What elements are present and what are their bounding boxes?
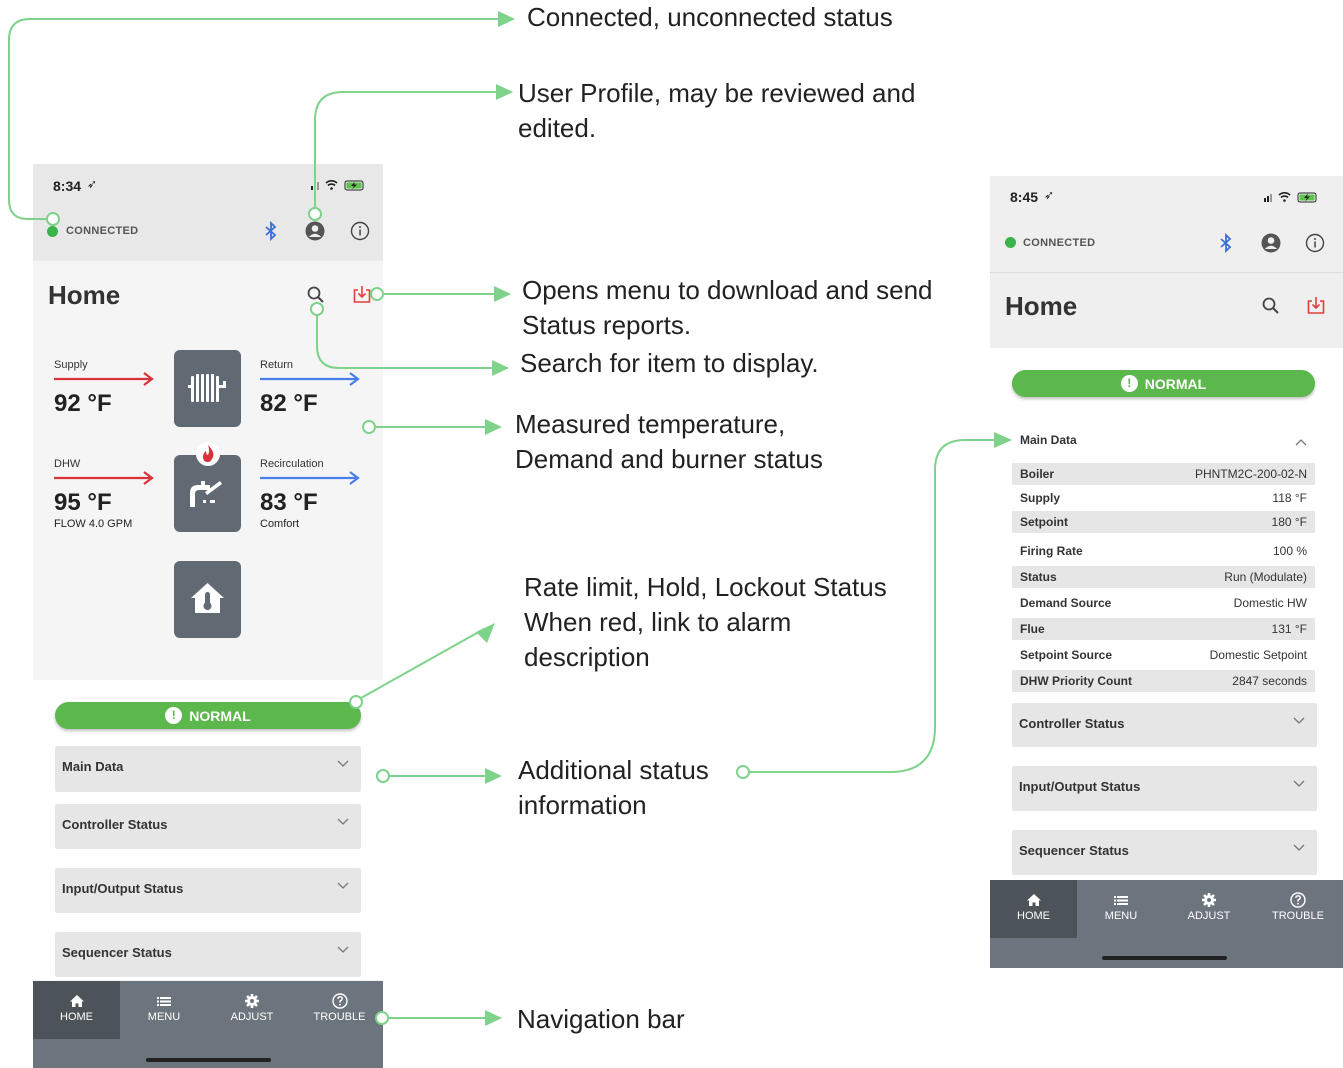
annotation-additional-line1: Additional status bbox=[518, 755, 709, 785]
annotation-rate-line1: Rate limit, Hold, Lockout Status bbox=[524, 572, 887, 602]
annotation-connectors bbox=[8, 11, 1012, 1026]
annotation-additional-line2: information bbox=[518, 790, 647, 820]
annotation-search: Search for item to display. bbox=[520, 348, 819, 378]
annotation-profile-line1: User Profile, may be reviewed and bbox=[518, 78, 916, 108]
annotation-measured-line1: Measured temperature, bbox=[515, 409, 786, 439]
annotation-connected: Connected, unconnected status bbox=[527, 2, 893, 32]
annotation-navbar: Navigation bar bbox=[517, 1004, 685, 1034]
annotation-measured-line2: Demand and burner status bbox=[515, 444, 823, 474]
annotation-download-line1: Opens menu to download and send bbox=[522, 275, 933, 305]
annotation-profile-line2: edited. bbox=[518, 113, 597, 143]
annotation-download-line2: Status reports. bbox=[522, 310, 692, 340]
annotation-rate-line2: When red, link to alarm bbox=[524, 607, 792, 637]
annotation-rate-line3: description bbox=[524, 642, 650, 672]
